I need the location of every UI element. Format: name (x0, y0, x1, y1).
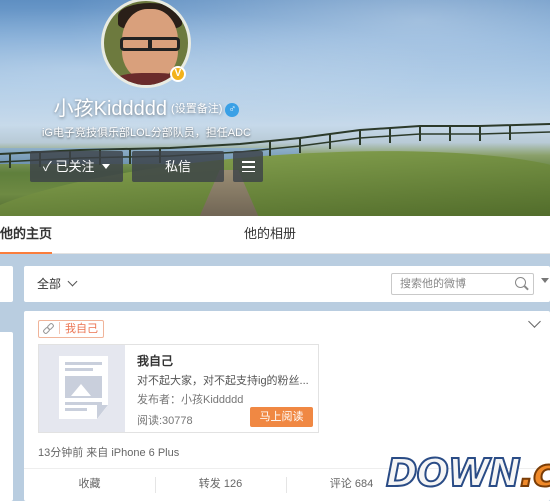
link-icon (43, 323, 53, 333)
search-options-caret-icon[interactable] (541, 278, 549, 283)
private-message-button[interactable]: 私信 (132, 151, 224, 182)
menu-icon (241, 161, 255, 172)
check-icon: ✓ (42, 159, 52, 174)
profile-bio: iG电子竞技俱乐部LOL分部队员，担任ADC (41, 127, 251, 139)
profile-name-row: 小孩Kiddddd (设置备注) ♂ (0, 92, 293, 121)
chevron-down-icon (67, 276, 78, 287)
caret-down-icon (102, 164, 111, 169)
tab-album[interactable]: 他的相册 (244, 216, 296, 254)
article-thumbnail (39, 345, 125, 432)
article-title: 我自己 (137, 354, 174, 368)
topic-tag-label: 我自己 (65, 323, 98, 335)
left-panel-edge (0, 332, 13, 501)
article-card[interactable]: 我自己 对不起大家，对不起支持ig的粉丝... 发布者：小孩Kiddddd 阅读… (38, 344, 319, 433)
more-menu-button[interactable] (233, 151, 263, 182)
topic-tag[interactable]: 我自己 (38, 320, 104, 338)
article-description: 对不起大家，对不起支持ig的粉丝... (137, 375, 309, 387)
post-options-chevron-icon[interactable] (528, 315, 541, 328)
feed-filter-bar: 全部 (24, 266, 550, 302)
followed-button[interactable]: ✓ 已关注 (30, 151, 123, 182)
set-remark-link[interactable]: (设置备注) (171, 103, 222, 115)
profile-tab-bar: 他的主页 他的相册 (0, 216, 550, 254)
left-panel-edge (0, 266, 13, 302)
watermark-main: DOWN (385, 450, 522, 496)
read-now-button[interactable]: 马上阅读 (250, 407, 313, 427)
followed-label: 已关注 (55, 159, 95, 174)
tab-home[interactable]: 他的主页 (0, 216, 52, 254)
profile-name: 小孩Kiddddd (53, 98, 168, 120)
verified-badge-icon: V (170, 66, 186, 82)
favorite-button[interactable]: 收藏 (24, 469, 155, 501)
article-author: 发布者：小孩Kiddddd (137, 394, 244, 406)
search-input[interactable] (392, 274, 512, 294)
male-gender-icon: ♂ (225, 103, 240, 117)
search-icon[interactable] (515, 277, 526, 288)
site-watermark: DOWN.cc (385, 450, 550, 501)
forward-button[interactable]: 转发 126 (155, 469, 286, 501)
article-read-count: 阅读:30778 (137, 415, 193, 427)
document-icon (59, 356, 108, 419)
filter-all-label: 全部 (37, 277, 62, 291)
filter-all-dropdown[interactable]: 全部 (37, 266, 78, 302)
watermark-suffix: .cc (519, 450, 550, 496)
weibo-search-box (391, 273, 534, 295)
post-meta: 13分钟前 来自 iPhone 6 Plus (38, 447, 180, 459)
